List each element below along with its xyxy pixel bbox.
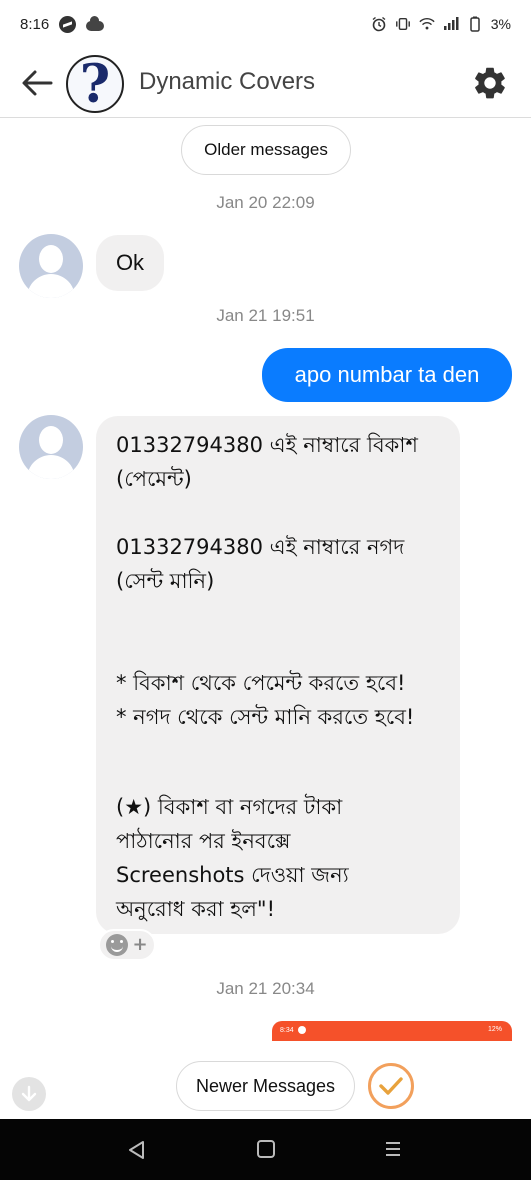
message-line: Screenshots দেওয়া জন্য (116, 863, 349, 887)
message-line: অনুরোধ করা হল"! (116, 897, 276, 921)
nav-home-icon[interactable] (257, 1140, 275, 1158)
smiley-icon (106, 934, 129, 956)
battery-icon (467, 16, 483, 32)
status-bar: 8:16 3% (0, 0, 531, 48)
back-arrow-icon (22, 70, 53, 96)
incoming-message-bubble[interactable]: Ok (96, 235, 164, 291)
battery-percent: 3% (490, 16, 511, 32)
incoming-message-bubble[interactable]: 01332794380 এই নাম্বারে বিকাশ (পেমেন্ট) … (96, 416, 460, 934)
contact-avatar[interactable]: ? (66, 55, 124, 113)
conversation-header: ? Dynamic Covers (0, 48, 531, 118)
nav-recents-icon[interactable] (384, 1140, 402, 1158)
plus-icon: + (132, 934, 148, 955)
cloud-icon (86, 15, 105, 31)
avatar-body-shape (27, 274, 75, 298)
status-time: 8:16 (20, 15, 50, 33)
status-left: 8:16 (20, 15, 105, 33)
question-mark-icon: ? (79, 55, 111, 113)
preview-status: 12% (487, 1026, 502, 1033)
older-messages-button[interactable]: Older messages (181, 125, 351, 175)
gear-icon (475, 67, 505, 99)
system-navigation-bar (0, 1119, 531, 1180)
status-right: 3% (371, 16, 511, 32)
preview-time: 8:34 (280, 1027, 294, 1034)
signal-icon (443, 16, 459, 32)
add-reaction-button[interactable]: + (98, 929, 156, 961)
nav-back-icon[interactable] (126, 1139, 148, 1161)
timestamp: Jan 20 22:09 (216, 193, 315, 212)
message-line: * বিকাশ থেকে পেমেন্ট করতে হবে! (116, 671, 406, 695)
newer-messages-button[interactable]: Newer Messages (176, 1061, 355, 1111)
outgoing-message-bubble[interactable]: apo numbar ta den (262, 348, 512, 402)
avatar-body-shape (27, 455, 75, 479)
message-line: 01332794380 এই নাম্বারে নগদ (116, 535, 405, 559)
message-line: পাঠানোর পর ইনবক্সে (116, 829, 291, 853)
mark-read-button[interactable] (368, 1063, 414, 1109)
message-line: (পেমেন্ট) (116, 467, 192, 491)
checkmark-icon (379, 1077, 403, 1095)
message-line: 01332794380 এই নাম্বারে বিকাশ (116, 433, 418, 457)
wifi-icon (419, 16, 435, 32)
message-line: (সেন্ট মানি) (116, 569, 215, 593)
image-attachment-preview[interactable]: 8:34 12% (272, 1021, 512, 1041)
timestamp: Jan 21 19:51 (216, 306, 315, 325)
messenger-icon (59, 15, 77, 33)
message-line: * নগদ থেকে সেন্ট মানি করতে হবে! (116, 705, 415, 729)
timestamp: Jan 21 20:34 (216, 979, 315, 998)
settings-button[interactable] (470, 63, 510, 103)
alarm-icon (371, 16, 387, 32)
vibrate-icon (395, 16, 411, 32)
sender-avatar[interactable] (19, 234, 83, 298)
contact-name[interactable]: Dynamic Covers (139, 68, 315, 96)
avatar-head-shape (39, 245, 63, 273)
avatar-head-shape (39, 426, 63, 454)
message-line: (★) বিকাশ বা নগদের টাকা (116, 795, 343, 819)
sender-avatar[interactable] (19, 415, 83, 479)
arrow-down-icon (21, 1085, 37, 1102)
camera-icon (298, 1026, 306, 1034)
scroll-down-button[interactable] (12, 1077, 46, 1111)
back-button[interactable] (18, 64, 56, 102)
